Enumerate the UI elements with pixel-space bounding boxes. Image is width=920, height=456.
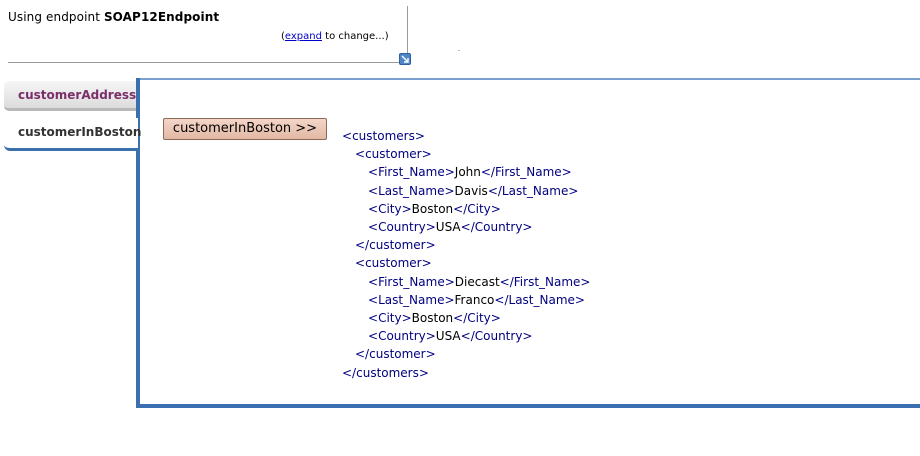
- tab-customer-in-boston[interactable]: customerInBoston: [4, 118, 141, 151]
- xml-field-country: <Country>USA</Country>: [368, 329, 533, 344]
- expand-arrow-icon[interactable]: [399, 53, 411, 65]
- endpoint-prefix: Using endpoint: [8, 10, 101, 24]
- xml-field-city: <City>Boston</City>: [368, 201, 501, 216]
- endpoint-box: Using endpoint SOAP12Endpoint (expand to…: [0, 0, 411, 65]
- xml-field-country: <Country>USA</Country>: [368, 220, 533, 235]
- divider-horizontal: [8, 62, 408, 63]
- xml-value: Davis: [454, 183, 488, 198]
- xml-value: John: [454, 165, 481, 180]
- xml-customer-close: </customer>: [355, 347, 436, 362]
- endpoint-name: SOAP12Endpoint: [103, 10, 220, 24]
- decorative-dot: [458, 50, 460, 51]
- xml-value: USA: [435, 220, 461, 235]
- change-endpoint-note: (expand to change...): [281, 31, 389, 42]
- xml-field-first-name: <First_Name>Diecast</First_Name>: [368, 274, 591, 289]
- panel-border-top: [136, 78, 920, 80]
- xml-value: Boston: [411, 201, 454, 216]
- xml-field-last-name: <Last_Name>Franco</Last_Name>: [368, 292, 585, 307]
- xml-root-open: <customers>: [342, 129, 425, 143]
- xml-field-last-name: <Last_Name>Davis</Last_Name>: [368, 183, 579, 198]
- endpoint-label: Using endpoint SOAP12Endpoint: [8, 10, 219, 24]
- panel-border-bottom: [136, 404, 920, 408]
- xml-customer-open: <customer>: [355, 147, 432, 162]
- xml-field-first-name: <First_Name>John</First_Name>: [368, 165, 572, 180]
- xml-customer-open: <customer>: [355, 256, 432, 271]
- xml-value: USA: [435, 329, 461, 344]
- tab-customer-address[interactable]: customerAddress: [4, 81, 136, 111]
- xml-value: Diecast: [454, 274, 500, 289]
- expand-link[interactable]: expand: [285, 31, 322, 42]
- xml-customer-close: </customer>: [355, 238, 436, 253]
- invoke-operation-button[interactable]: customerInBoston >>: [163, 118, 327, 140]
- xml-value: Boston: [411, 311, 454, 326]
- xml-value: Franco: [454, 292, 495, 307]
- xml-response: <customers> <customer> <First_Name>John</F…: [342, 127, 590, 382]
- divider-vertical: [407, 6, 408, 56]
- xml-root-close: </customers>: [342, 365, 429, 380]
- xml-field-city: <City>Boston</City>: [368, 311, 501, 326]
